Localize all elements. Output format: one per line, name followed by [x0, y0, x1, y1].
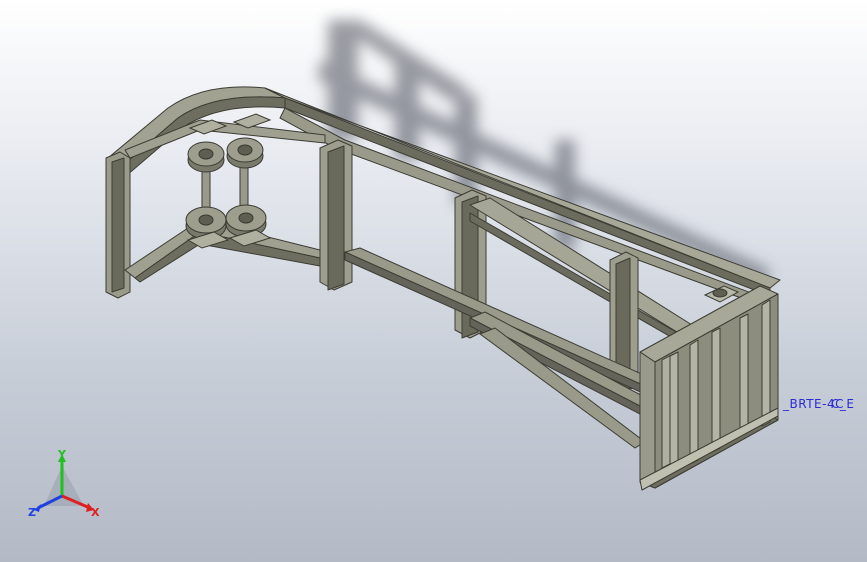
coordinate-triad: Y X Z: [28, 448, 100, 519]
triad-x-label: X: [91, 506, 100, 519]
part-annotation-label[interactable]: _BRTE-4C C_E: [783, 397, 854, 411]
right-end-slats: [661, 355, 671, 469]
triad-base-icon: [44, 466, 84, 506]
annotation-text-2: C_E: [831, 397, 855, 411]
triad-z-label: Z: [28, 506, 36, 519]
frame-assembly-model[interactable]: [0, 0, 867, 562]
triad-y-label: Y: [57, 448, 67, 461]
lower-rail-1: [344, 247, 656, 387]
right-end-front: [639, 351, 656, 489]
3d-viewport[interactable]: _BRTE-4C C_E Y X Z: [0, 0, 867, 562]
